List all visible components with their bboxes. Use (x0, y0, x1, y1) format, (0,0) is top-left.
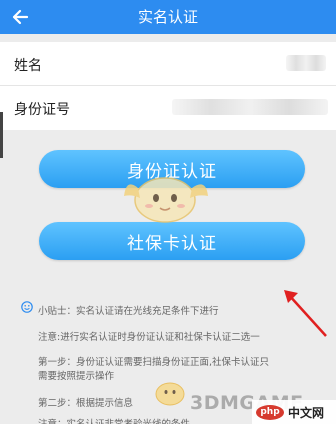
top-app-bar: 实名认证 (0, 0, 336, 34)
tip-note2: 注意：实名认证非常考验光线的条件 (38, 416, 190, 424)
site-watermark: php 中文网 (252, 400, 336, 424)
edge-handle (0, 112, 3, 158)
id-number-label: 身份证号 (14, 102, 70, 118)
mascot-small-watermark-icon (155, 382, 185, 406)
name-value-blurred (286, 55, 326, 71)
site-name: 中文网 (288, 405, 325, 420)
identity-form: 姓名 身份证号 (0, 42, 336, 130)
name-label: 姓名 (14, 58, 42, 74)
annotation-arrow-icon (284, 290, 327, 337)
tip-note: 注意:进行实名认证时身份证认证和社保卡认证二选一 (38, 332, 260, 343)
name-field[interactable]: 姓名 (0, 42, 336, 86)
tip-step1: 第一步：身份证认证需要扫描身份证正面,社保卡认证只 (38, 357, 270, 368)
tip-title: 小贴士：实名认证请在光线充足条件下进行 (38, 306, 219, 317)
id-number-value-blurred (172, 99, 328, 115)
page-title: 实名认证 (137, 8, 198, 26)
tip-step1-cont: 需要按照提示操作 (38, 371, 115, 382)
id-number-field[interactable]: 身份证号 (0, 86, 336, 130)
mascot-watermark-icon (124, 177, 208, 223)
smiley-icon (21, 301, 33, 313)
php-logo: php (256, 404, 284, 420)
tip-step2: 第二步：根据提示信息 (38, 398, 134, 409)
